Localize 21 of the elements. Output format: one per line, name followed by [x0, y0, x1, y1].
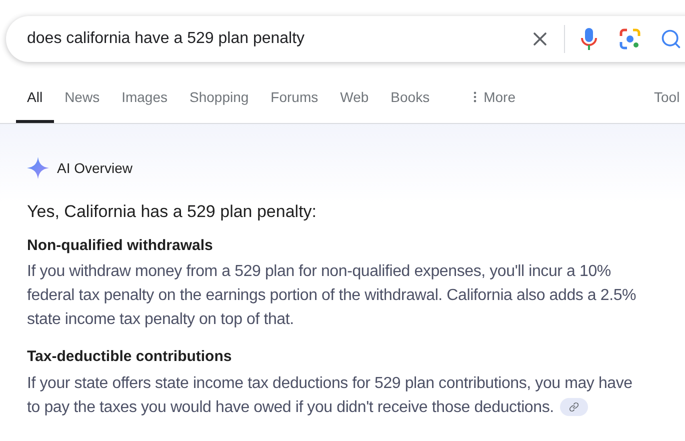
section-heading: Tax-deductible contributions [27, 347, 233, 367]
tab[interactable]: News [54, 85, 111, 123]
tab[interactable]: Shopping [178, 85, 260, 123]
answer-lead: Yes, California has a 529 plan penalty: [27, 201, 318, 223]
section-heading: Non-qualified withdrawals [27, 236, 214, 256]
tab[interactable]: Forums [260, 85, 330, 123]
section-text: If you withdraw money from a 529 plan for non-qualified expenses, you'll incur a 10% federal tax penalty on the earnings portion of the withdrawal. California also adds a 2.5% state income tax penalty on top of that. [27, 262, 638, 330]
search-field[interactable]: does california have a 529 plan penalty [27, 27, 507, 51]
tools-button[interactable]: Tool [654, 87, 680, 108]
ai-overview-title: AI Overview [57, 158, 132, 178]
link-chip[interactable] [560, 398, 588, 416]
camera-icon[interactable] [619, 28, 641, 50]
search-icon[interactable] [660, 28, 682, 50]
tab[interactable]: More [456, 85, 526, 123]
tab[interactable]: Web [329, 85, 380, 123]
tab[interactable]: Images [110, 85, 178, 123]
tab[interactable]: Books [380, 85, 441, 123]
sparkle-icon [27, 157, 49, 179]
microphone-icon[interactable] [581, 27, 597, 51]
section-text: If your state offers state income tax deductions for 529 plan contributions, you may have to pay the taxes you would have owed if you didn't receive those deductions. [27, 374, 634, 418]
link-icon [568, 402, 579, 412]
